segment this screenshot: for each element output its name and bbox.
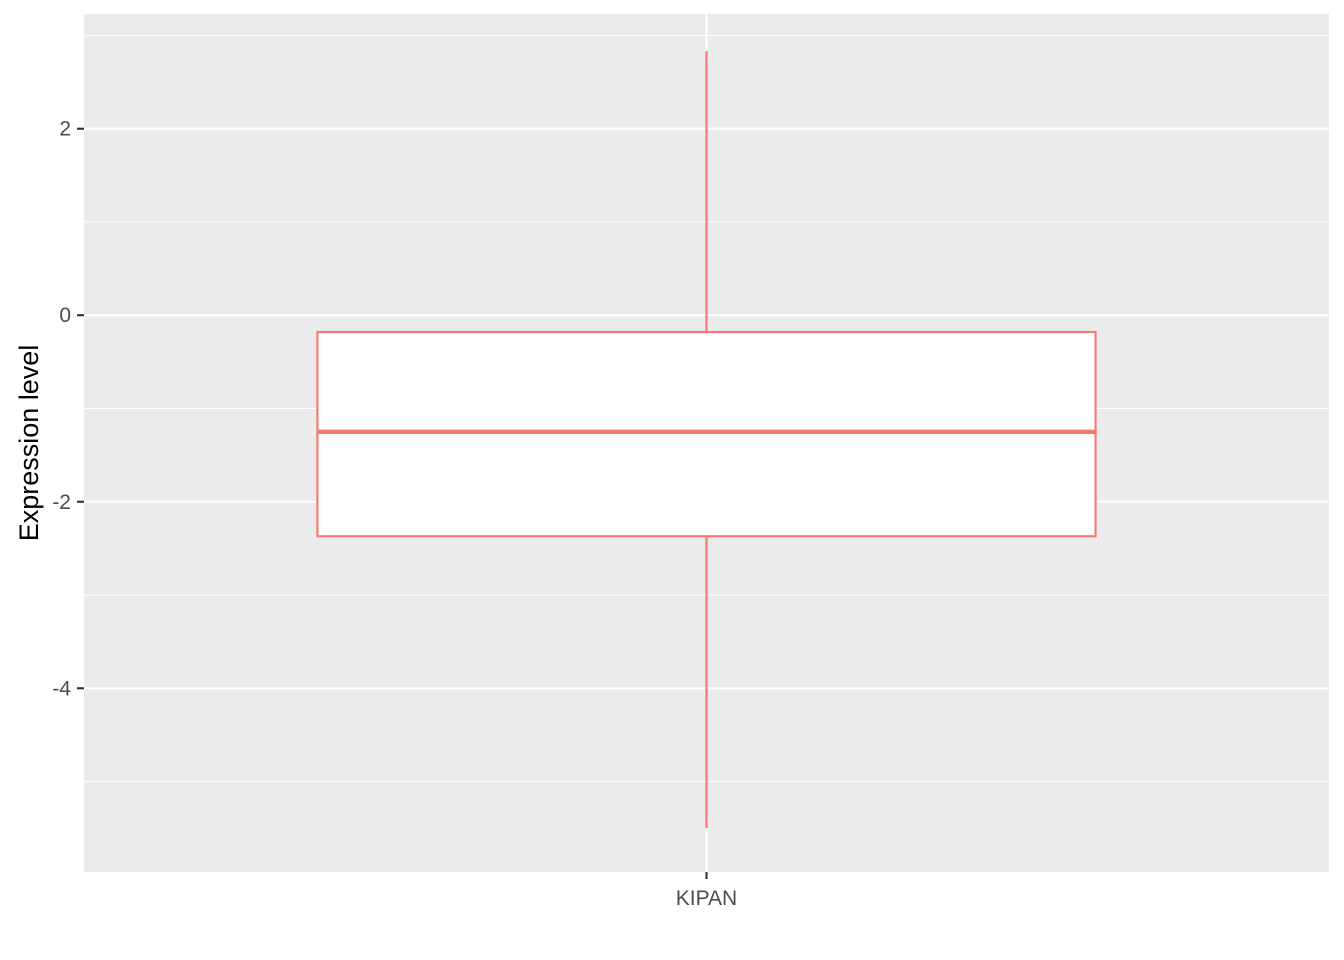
y-tick-label: -4 [52,677,71,700]
y-tick-label: -2 [52,491,71,514]
y-tick-label: 0 [59,304,71,327]
x-tick-label: KIPAN [676,887,737,910]
x-axis: KIPAN [676,872,737,910]
y-axis: 2 0 -2 -4 [52,118,84,700]
chart-container: 2 0 -2 -4 KIPAN Expression level [0,0,1344,960]
y-tick-label: 2 [59,118,71,141]
box-iqr [316,330,1097,538]
box-plot-chart: 2 0 -2 -4 KIPAN Expression level [14,14,1329,910]
y-axis-title: Expression level [14,345,44,542]
